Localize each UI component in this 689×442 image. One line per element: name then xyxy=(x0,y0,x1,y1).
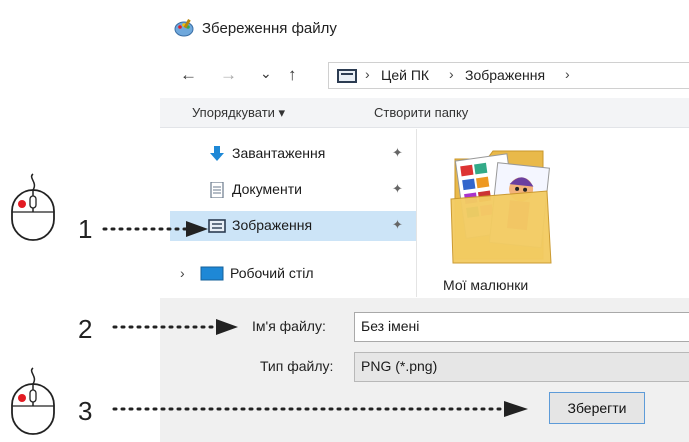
breadcrumb-pictures[interactable]: Зображення xyxy=(465,67,545,83)
nav-item-documents[interactable]: Документи ✦ xyxy=(170,175,420,205)
up-arrow-icon[interactable]: ↑ xyxy=(288,64,297,86)
back-arrow-icon[interactable]: ← xyxy=(180,64,197,86)
step-2-pointer-arrow xyxy=(112,319,238,335)
command-bar: Упорядкувати ▾ Створити папку xyxy=(160,98,689,128)
navigation-pane: Завантаження ✦ Документи ✦ Зображення ✦ … xyxy=(160,129,420,297)
step-3-pointer-arrow xyxy=(112,401,528,417)
file-item-my-drawings[interactable]: Мої малюнки xyxy=(417,129,617,297)
nav-item-desktop[interactable]: › Робочий стіл xyxy=(170,259,420,289)
address-bar: ← → ⌄ ↑ › Цей ПК › Зображення › xyxy=(160,56,689,94)
forward-arrow-icon[interactable]: → xyxy=(220,64,237,86)
breadcrumb-separator[interactable]: › xyxy=(365,66,370,82)
pictures-icon xyxy=(208,219,226,233)
nav-item-label: Робочий стіл xyxy=(230,265,314,281)
nav-item-label: Завантаження xyxy=(232,145,326,161)
download-arrow-icon xyxy=(210,146,224,161)
save-file-dialog: Збереження файлу ← → ⌄ ↑ › Цей ПК › Зобр… xyxy=(160,0,689,442)
save-button[interactable]: Зберегти xyxy=(549,392,645,424)
breadcrumb-separator[interactable]: › xyxy=(565,66,570,82)
new-folder-button[interactable]: Створити папку xyxy=(374,105,468,120)
step-number-2: 2 xyxy=(78,314,93,344)
step-number-3: 3 xyxy=(78,396,93,426)
pin-icon[interactable]: ✦ xyxy=(392,181,403,197)
breadcrumb-separator[interactable]: › xyxy=(449,66,454,82)
nav-item-label: Документи xyxy=(232,181,302,197)
pictures-location-icon xyxy=(337,69,357,83)
breadcrumb-this-pc[interactable]: Цей ПК xyxy=(381,67,429,83)
paint-app-icon xyxy=(174,19,194,37)
organize-menu[interactable]: Упорядкувати ▾ xyxy=(192,105,285,121)
expand-chevron-icon[interactable]: › xyxy=(180,265,185,281)
document-icon xyxy=(210,182,224,198)
step-number-1: 1 xyxy=(78,214,93,244)
nav-item-label: Зображення xyxy=(232,217,313,233)
mouse-left-click-icon xyxy=(11,367,55,435)
pin-icon[interactable]: ✦ xyxy=(392,145,403,161)
recent-locations-chevron-icon[interactable]: ⌄ xyxy=(260,62,272,84)
breadcrumb[interactable]: › Цей ПК › Зображення › xyxy=(328,62,689,89)
filetype-select[interactable]: PNG (*.png) xyxy=(354,352,689,382)
desktop-icon xyxy=(200,266,224,281)
dialog-title: Збереження файлу xyxy=(202,20,337,37)
file-list: Мої малюнки xyxy=(417,129,689,297)
filename-input[interactable]: Без імені xyxy=(354,312,689,342)
folder-icon xyxy=(450,150,552,264)
filename-label: Ім'я файлу: xyxy=(252,318,326,334)
file-item-label: Мої малюнки xyxy=(443,277,529,293)
filetype-label: Тип файлу: xyxy=(260,358,334,374)
mouse-left-click-icon xyxy=(11,173,55,241)
pin-icon[interactable]: ✦ xyxy=(392,217,403,233)
title-bar: Збереження файлу xyxy=(160,0,689,56)
nav-item-downloads[interactable]: Завантаження ✦ xyxy=(170,139,420,169)
step-1-pointer-arrow xyxy=(102,221,208,237)
